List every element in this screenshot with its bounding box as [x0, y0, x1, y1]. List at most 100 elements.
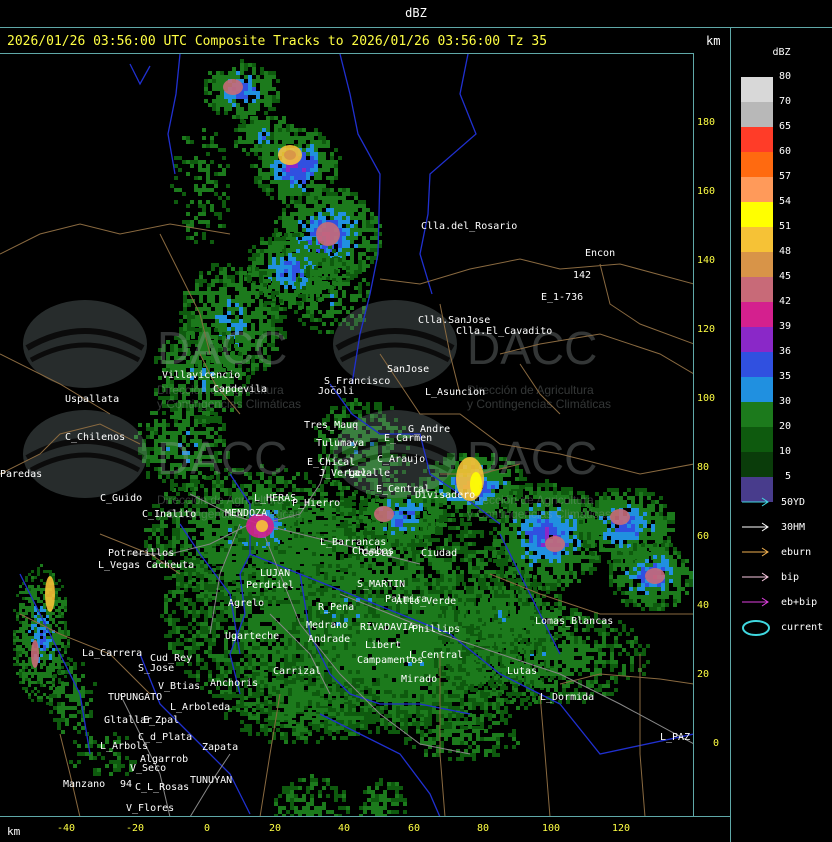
place-label: SanJose: [387, 364, 429, 375]
place-label: E_Central: [376, 484, 430, 495]
place-label: Tres_Mauq: [304, 420, 358, 431]
legend-unit-label: dBZ: [772, 47, 791, 58]
place-label: MENDOZA: [225, 508, 267, 519]
track-arrow-icon: [742, 547, 769, 557]
y-axis: 180 160 140 120 100 80 60 40 20 0: [694, 53, 730, 816]
x-axis-tick-label: 20: [269, 823, 282, 834]
place-label: E_Zpal: [143, 715, 179, 726]
place-label: Ciudad: [421, 548, 457, 559]
x-axis: km -40 -20 0 20 40 60 80 100 120: [0, 816, 730, 842]
legend-level-label: 70: [779, 96, 792, 107]
legend-color-swatch: [741, 277, 773, 302]
place-label: Jocoli: [318, 386, 354, 397]
window-title: dBZ: [405, 6, 427, 20]
place-label: Potrerillos: [108, 548, 174, 559]
legend-current-cell: current: [741, 618, 831, 638]
legend-color-swatch: [741, 127, 773, 152]
legend-track-label: 50YD: [781, 497, 806, 508]
legend-track-label: bip: [781, 572, 800, 583]
legend-color-swatch: [741, 377, 773, 402]
place-label: Clla.SanJose: [418, 315, 490, 326]
place-label: L_HERAS: [254, 493, 296, 504]
place-label: Phillips: [412, 624, 460, 635]
legend-track-label: eb+bip: [781, 597, 818, 608]
radar-map-canvas[interactable]: DACCDirección de Agriculturay Contingenc…: [0, 54, 694, 816]
y-axis-tick-label: 180: [697, 117, 716, 128]
legend-color-swatch: [741, 177, 773, 202]
place-label: E_Chical: [307, 457, 355, 468]
current-ellipse-icon: [742, 620, 770, 636]
track-arrow-icon: [742, 522, 769, 532]
place-label: Ugarteche: [225, 631, 279, 642]
place-label: RIVADAVIA: [360, 622, 414, 633]
legend-color-swatch: [741, 327, 773, 352]
legend-level-label: 57: [779, 171, 792, 182]
product-timestamp-text: 2026/01/26 03:56:00 UTC Composite Tracks…: [7, 34, 548, 49]
storm-core: [256, 520, 268, 532]
place-label: L_PAZ: [660, 732, 690, 743]
y-axis-tick-label: 0: [713, 738, 720, 749]
place-label: Capdevila: [213, 384, 267, 395]
place-label: Lomas_Blancas: [535, 616, 613, 627]
x-axis-unit-label: km: [7, 825, 21, 838]
place-label: Perdriel: [246, 580, 294, 591]
legend-track-eburn: eburn: [741, 543, 831, 563]
x-axis-tick-label: 40: [338, 823, 351, 834]
legend-color-swatch: [741, 302, 773, 327]
place-label: L_Asuncion: [425, 387, 485, 398]
legend-level-label: 30: [779, 396, 792, 407]
legend-level-label: 20: [779, 421, 792, 432]
track-arrow-icon: [742, 497, 769, 507]
place-label: Lavalle: [348, 468, 390, 479]
y-axis-tick-label: 140: [697, 255, 716, 266]
place-label: Clla.del_Rosario: [421, 221, 517, 232]
x-axis-tick-label: -40: [57, 823, 76, 834]
legend-level-label: 36: [779, 346, 792, 357]
legend-level-label: 60: [779, 146, 792, 157]
place-label: 94: [120, 779, 132, 790]
place-label: Encon: [585, 248, 615, 259]
y-axis-tick-label: 120: [697, 324, 716, 335]
place-label: LUJAN: [260, 568, 290, 579]
radar-map-panel[interactable]: DACC Dirección de Agricultura y Contingenc…: [0, 53, 694, 816]
place-label: L_Arboleda: [170, 702, 230, 713]
x-axis-tick-label: 100: [542, 823, 561, 834]
legend-level-label: 51: [779, 221, 792, 232]
dbz-legend-panel: dBZ 80 70 65 60 57 54 51 48 45 42 39 36 35 30 20 10 5 50Y…: [731, 28, 832, 842]
place-label: Algarrob: [140, 754, 188, 765]
product-header: 2026/01/26 03:56:00 UTC Composite Tracks…: [0, 29, 730, 53]
y-axis-tick-label: 60: [697, 531, 710, 542]
place-label: S_MARTIN: [357, 579, 405, 590]
x-axis-tick-label: 60: [408, 823, 421, 834]
storm-core: [374, 506, 394, 522]
window-title-bar: dBZ: [0, 0, 832, 28]
place-label: Lutas: [507, 666, 537, 677]
legend-color-swatch: [741, 227, 773, 252]
place-label: Paredas: [0, 469, 42, 480]
place-label: Andrade: [308, 634, 350, 645]
legend-color-swatch: [741, 202, 773, 227]
storm-core: [45, 576, 55, 612]
storm-core: [223, 79, 243, 95]
place-label: V_Flores: [126, 803, 174, 814]
storm-core: [545, 536, 565, 552]
x-axis-tick-label: 0: [204, 823, 211, 834]
y-axis-tick-label: 160: [697, 186, 716, 197]
x-axis-tick-label: 120: [612, 823, 631, 834]
place-label: L_Vegas: [98, 560, 140, 571]
place-label: Uspallata: [65, 394, 119, 405]
legend-track-50yd: 50YD: [741, 493, 831, 513]
place-label: C_Inalito: [142, 509, 196, 520]
track-arrow-icon: [742, 572, 769, 582]
legend-track-label: eburn: [781, 547, 812, 558]
place-label: Anchoris: [210, 678, 258, 689]
y-axis-unit-label: km: [706, 34, 721, 48]
legend-level-label: 39: [779, 321, 792, 332]
place-label: Cacheuta: [146, 560, 194, 571]
legend-level-label: 10: [779, 446, 792, 457]
legend-level-label: 48: [779, 246, 792, 257]
legend-color-swatch: [741, 352, 773, 377]
y-axis-tick-label: 40: [697, 600, 710, 611]
storm-core: [316, 222, 340, 246]
legend-color-swatch: [741, 77, 773, 102]
